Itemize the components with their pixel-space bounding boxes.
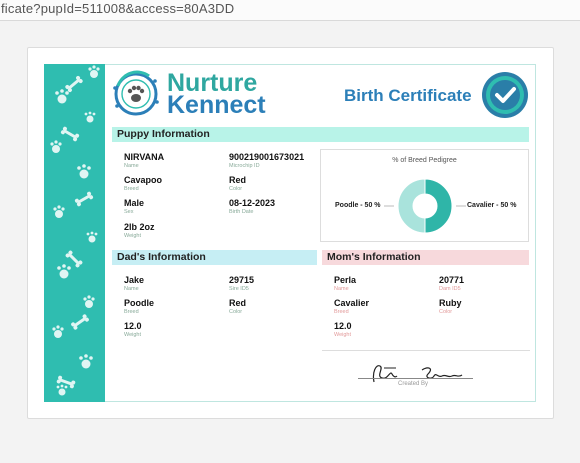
mom-color: Ruby (439, 298, 462, 308)
pedigree-left-label: Poodle - 50 % (335, 202, 381, 209)
paw-pattern-sidebar (44, 64, 105, 402)
url-text: ficate?pupId=511008&access=80A3DD (1, 1, 235, 16)
mom-name-label: Name (334, 286, 349, 292)
mom-breed: Cavalier (334, 298, 370, 308)
dad-weight: 12.0 (124, 321, 142, 331)
puppy-name-label: Name (124, 163, 139, 169)
mom-id: 20771 (439, 275, 465, 285)
pedigree-donut-chart (384, 178, 466, 234)
dad-section-header: Dad's Information (112, 250, 317, 265)
puppy-color: Red (229, 175, 247, 185)
puppy-microchip: 900219001673021 (229, 152, 305, 162)
puppy-microchip-label: Microchip ID (229, 163, 260, 169)
mom-weight-label: Weight (334, 332, 352, 338)
mom-id-label: Dam ID5 (439, 286, 461, 292)
puppy-color-label: Color (229, 186, 243, 192)
brand-line2: Kennect (167, 91, 266, 119)
nurture-kennect-logo: Nurture Kennect (109, 68, 279, 120)
puppy-breed-label: Breed (124, 186, 139, 192)
section-divider (322, 350, 530, 351)
paw-logo-icon (113, 70, 159, 116)
puppy-name: NIRVANA (124, 152, 165, 162)
puppy-birth-date-label: Birth Date (229, 209, 254, 215)
dad-weight-label: Weight (124, 332, 142, 338)
signature-label: Created By (398, 381, 429, 387)
paw-pattern-icon (50, 65, 100, 396)
dad-name-label: Name (124, 286, 139, 292)
pedigree-chart-box: % of Breed Pedigree Poodle - 50 % Cavali… (320, 149, 529, 242)
verified-seal-icon (482, 72, 528, 118)
mom-name: Perla (334, 275, 357, 285)
pie-slice-cavalier (424, 178, 453, 234)
puppy-breed: Cavapoo (124, 175, 163, 185)
dad-breed-label: Breed (124, 309, 139, 315)
dad-breed: Poodle (124, 298, 155, 308)
dad-id: 29715 (229, 275, 255, 285)
address-bar[interactable]: ficate?pupId=511008&access=80A3DD (0, 0, 580, 21)
puppy-sex: Male (124, 198, 145, 208)
puppy-sex-label: Sex (124, 209, 134, 215)
mom-breed-label: Breed (334, 309, 349, 315)
dad-id-label: Sire ID5 (229, 286, 249, 292)
dad-name: Jake (124, 275, 145, 285)
pedigree-right-label: Cavalier - 50 % (467, 202, 517, 209)
mom-section-header: Mom's Information (322, 250, 529, 265)
mom-weight: 12.0 (334, 321, 352, 331)
puppy-weight: 2lb 2oz (124, 222, 155, 232)
certificate-title: Birth Certificate (344, 86, 472, 105)
dad-color-label: Color (229, 309, 243, 315)
mom-color-label: Color (439, 309, 453, 315)
dad-color: Red (229, 298, 247, 308)
puppy-weight-label: Weight (124, 233, 142, 239)
puppy-birth-date: 08-12-2023 (229, 198, 276, 208)
pie-slice-poodle (397, 178, 426, 234)
signature-line (358, 378, 473, 379)
puppy-section-header: Puppy Information (112, 127, 529, 142)
